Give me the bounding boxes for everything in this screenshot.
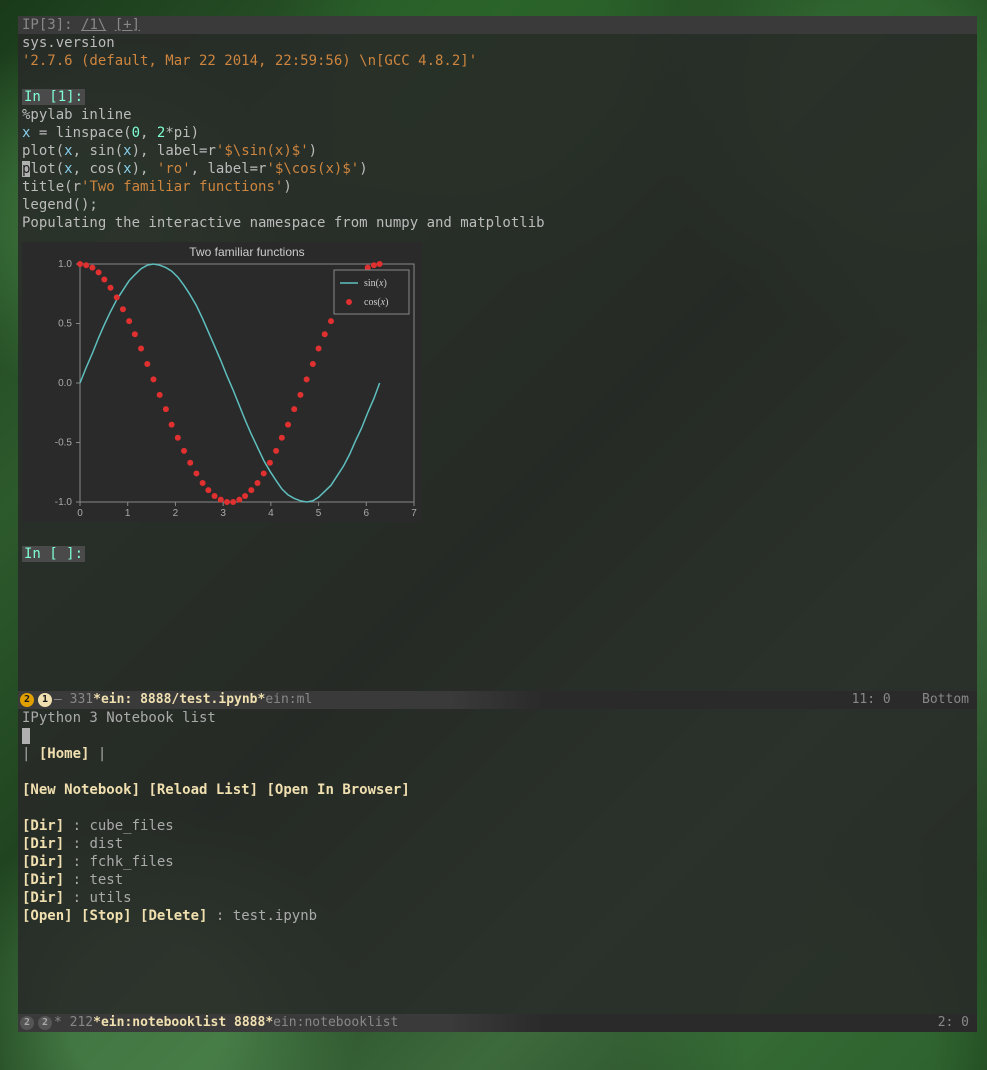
workspace-badge-2[interactable]: 2 xyxy=(20,693,34,707)
nblist-dir-row: [Dir] : dist xyxy=(22,835,973,853)
nblist-dir-row: [Dir] : utils xyxy=(22,889,973,907)
svg-text:5: 5 xyxy=(316,508,322,519)
dir-link[interactable]: [Dir] xyxy=(22,872,64,888)
svg-text:2: 2 xyxy=(173,508,179,519)
cell1-line5: title(r'Two familiar functions') xyxy=(22,178,973,196)
cell3-prompt: In [ ]: xyxy=(22,546,85,562)
cell1-line6: legend(); xyxy=(22,196,973,214)
delete-file-button[interactable]: [Delete] xyxy=(140,908,207,924)
dir-link[interactable]: [Dir] xyxy=(22,836,64,852)
svg-text:1: 1 xyxy=(125,508,131,519)
stop-file-button[interactable]: [Stop] xyxy=(81,908,132,924)
svg-text:4: 4 xyxy=(268,508,274,519)
code-area[interactable]: sys.version '2.7.6 (default, Mar 22 2014… xyxy=(18,34,977,563)
tab-1[interactable]: /1\ xyxy=(81,17,106,33)
svg-text:0.5: 0.5 xyxy=(58,319,72,330)
svg-text:sin(x): sin(x) xyxy=(364,278,387,289)
notebook-editor: IP[3]: /1\ [+] sys.version '2.7.6 (defau… xyxy=(18,16,977,691)
svg-text:-0.5: -0.5 xyxy=(55,438,73,449)
svg-text:cos(x): cos(x) xyxy=(364,297,388,308)
workspace-badge-1[interactable]: 1 xyxy=(38,693,52,707)
nblist-actions: [New Notebook] [Reload List] [Open In Br… xyxy=(22,781,973,799)
workspace-badge-2b[interactable]: 2 xyxy=(20,1016,34,1030)
cell1-line4: plot(x, cos(x), 'ro', label=r'$\cos(x)$'… xyxy=(22,160,973,178)
dir-link[interactable]: [Dir] xyxy=(22,890,64,906)
cell1-prompt: In [1]: xyxy=(22,89,85,105)
svg-text:0: 0 xyxy=(77,508,83,519)
open-in-browser-button[interactable]: [Open In Browser] xyxy=(266,782,409,798)
svg-text:Two familiar functions: Two familiar functions xyxy=(189,245,304,259)
new-notebook-button[interactable]: [New Notebook] xyxy=(22,782,140,798)
tab-prefix: IP[3]: xyxy=(22,17,81,33)
nblist-dir-row: [Dir] : cube_files xyxy=(22,817,973,835)
buffer-flags-lower: * 212 xyxy=(54,1014,93,1032)
cell0-code: sys.version xyxy=(22,34,973,52)
matplotlib-chart: Two familiar functions 0 1 2 3 4 5 6 7 -1.0 -0.5 0.… xyxy=(22,242,422,522)
major-mode-lower: ein:notebooklist xyxy=(273,1014,398,1032)
dir-name: fchk_files xyxy=(89,854,173,870)
svg-text:1.0: 1.0 xyxy=(58,259,72,270)
cursor-pos: 11: 0 xyxy=(852,692,891,707)
nblist-file-row: [Open] [Stop] [Delete] : test.ipynb xyxy=(22,907,973,925)
buffer-flags: — 331 xyxy=(54,691,93,709)
dir-name: cube_files xyxy=(89,818,173,834)
open-file-button[interactable]: [Open] xyxy=(22,908,73,924)
file-name: test.ipynb xyxy=(233,908,317,924)
tab-add[interactable]: [+] xyxy=(115,17,140,33)
cell1-output: Populating the interactive namespace fro… xyxy=(22,214,973,232)
nblist-dir-row: [Dir] : test xyxy=(22,871,973,889)
dir-name: utils xyxy=(89,890,131,906)
nblist-dir-row: [Dir] : fchk_files xyxy=(22,853,973,871)
reload-list-button[interactable]: [Reload List] xyxy=(148,782,258,798)
cell0-output: '2.7.6 (default, Mar 22 2014, 22:59:56) … xyxy=(22,52,973,70)
modeline-upper: 21 — 331 *ein: 8888/test.ipynb* ein:ml 1… xyxy=(18,691,977,709)
workspace-badge-2c[interactable]: 2 xyxy=(38,1016,52,1030)
tab-bar: IP[3]: /1\ [+] xyxy=(18,16,977,34)
dir-link[interactable]: [Dir] xyxy=(22,854,64,870)
nblist-title: IPython 3 Notebook list xyxy=(22,709,973,727)
svg-text:6: 6 xyxy=(364,508,370,519)
svg-text:-1.0: -1.0 xyxy=(55,497,73,508)
cell1-line1: %pylab inline xyxy=(22,106,973,124)
cell1-line3: plot(x, sin(x), label=r'$\sin(x)$') xyxy=(22,142,973,160)
dir-name: dist xyxy=(89,836,123,852)
dir-link[interactable]: [Dir] xyxy=(22,818,64,834)
svg-text:0.0: 0.0 xyxy=(58,378,72,389)
modeline-lower: 22 * 212 *ein:notebooklist 8888* ein:not… xyxy=(18,1014,977,1032)
dir-name: test xyxy=(89,872,123,888)
cell1-line2: x = linspace(0, 2*pi) xyxy=(22,124,973,142)
buffer-name: *ein: 8888/test.ipynb* xyxy=(93,691,265,709)
svg-text:7: 7 xyxy=(411,508,417,519)
svg-text:3: 3 xyxy=(220,508,226,519)
scroll-pos: Bottom xyxy=(922,692,969,707)
breadcrumb: | [Home] | xyxy=(22,745,973,763)
notebook-list-panel: IPython 3 Notebook list | [Home] | [New … xyxy=(18,709,977,1014)
buffer-name-lower: *ein:notebooklist 8888* xyxy=(93,1014,273,1032)
major-mode: ein:ml xyxy=(265,691,312,709)
nblist-cursor xyxy=(22,728,30,744)
cursor-pos-lower: 2: 0 xyxy=(938,1015,969,1030)
home-link[interactable]: [Home] xyxy=(39,746,90,762)
